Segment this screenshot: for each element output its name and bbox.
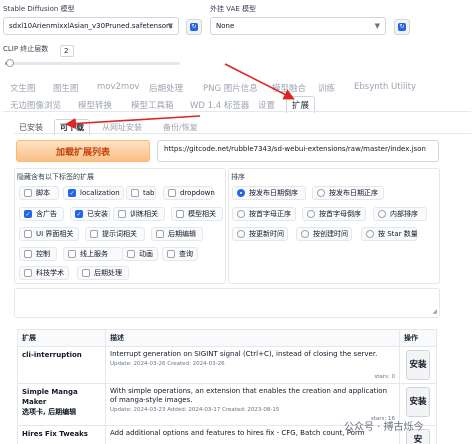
arrow-to-available-tab <box>64 115 201 130</box>
arrow-to-extensions-tab <box>224 63 295 100</box>
annotation-arrows <box>64 63 295 130</box>
watermark: 公众号 · 搏古烁今 <box>344 422 424 433</box>
